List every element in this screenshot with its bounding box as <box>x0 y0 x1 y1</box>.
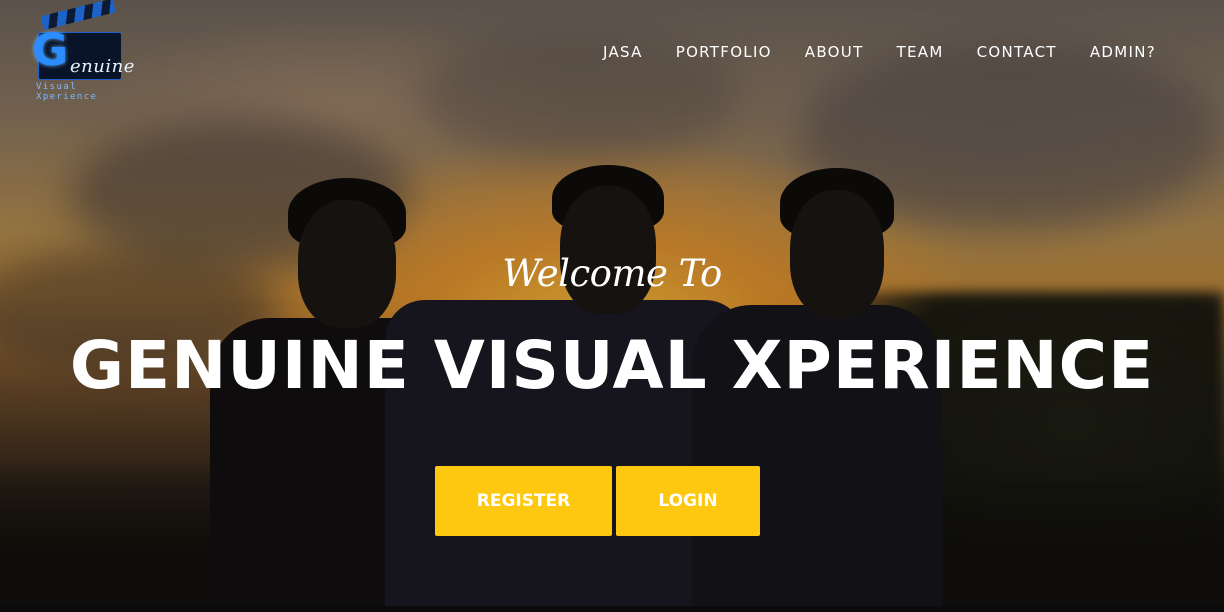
nav-link-team[interactable]: TEAM <box>897 41 944 63</box>
login-button[interactable]: LOGIN <box>616 466 760 536</box>
logo-word: enuine <box>70 56 135 77</box>
brand-logo[interactable]: G enuine Visual Xperience <box>30 0 134 102</box>
main-nav: JASA PORTFOLIO ABOUT TEAM CONTACT ADMIN? <box>570 41 1156 63</box>
nav-link-admin[interactable]: ADMIN? <box>1090 41 1156 63</box>
logo-letter: G <box>32 25 69 76</box>
hero-headline: GENUINE VISUAL XPERIENCE <box>69 327 1155 404</box>
register-button[interactable]: REGISTER <box>435 466 612 536</box>
nav-link-jasa[interactable]: JASA <box>603 41 643 63</box>
hero-section: G enuine Visual Xperience JASA PORTFOLIO… <box>0 0 1224 612</box>
nav-link-contact[interactable]: CONTACT <box>977 41 1057 63</box>
nav-link-portfolio[interactable]: PORTFOLIO <box>676 41 772 63</box>
logo-subtitle: Visual Xperience <box>36 82 98 102</box>
nav-link-about[interactable]: ABOUT <box>805 41 864 63</box>
welcome-subheading: Welcome To <box>502 252 722 295</box>
image-overlay <box>0 0 1224 612</box>
bottom-edge <box>0 606 1224 612</box>
